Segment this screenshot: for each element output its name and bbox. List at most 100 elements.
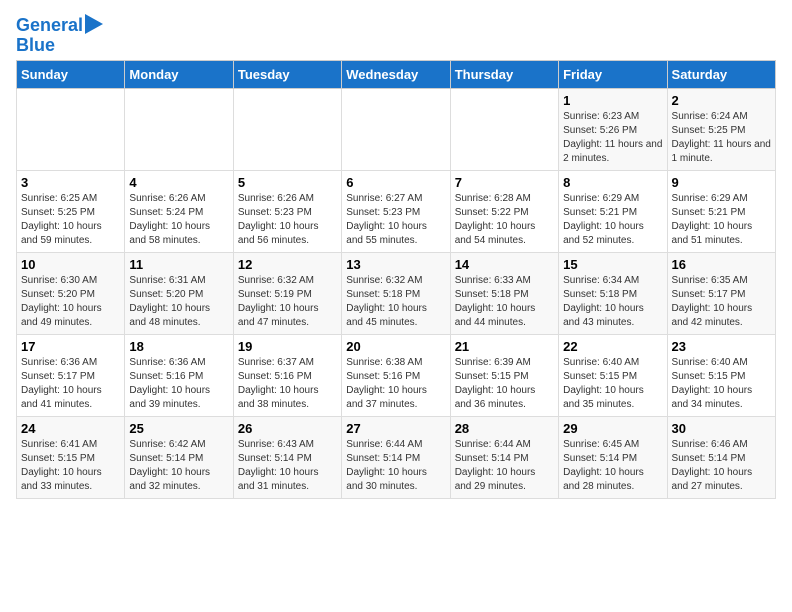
day-number: 21 bbox=[455, 339, 554, 354]
calendar-cell: 7 Sunrise: 6:28 AM Sunset: 5:22 PM Daylig… bbox=[450, 170, 558, 252]
day-info: Sunrise: 6:39 AM Sunset: 5:15 PM Dayligh… bbox=[455, 356, 554, 412]
calendar-cell: 22 Sunrise: 6:40 AM Sunset: 5:15 PM Dayli… bbox=[559, 334, 667, 416]
calendar-cell: 25 Sunrise: 6:42 AM Sunset: 5:14 PM Dayli… bbox=[125, 416, 233, 498]
day-number: 26 bbox=[238, 421, 337, 436]
calendar-week-row: 17 Sunrise: 6:36 AM Sunset: 5:17 PM Dayli… bbox=[17, 334, 776, 416]
day-info: Sunrise: 6:25 AM Sunset: 5:25 PM Dayligh… bbox=[21, 192, 120, 248]
day-info: Sunrise: 6:30 AM Sunset: 5:20 PM Dayligh… bbox=[21, 274, 120, 330]
weekday-header-cell: Tuesday bbox=[233, 60, 341, 88]
day-number: 10 bbox=[21, 257, 120, 272]
calendar-week-row: 1Sunrise: 6:23 AM Sunset: 5:26 PM Daylig… bbox=[17, 88, 776, 170]
logo: General Blue bbox=[16, 16, 103, 56]
day-info: Sunrise: 6:32 AM Sunset: 5:18 PM Dayligh… bbox=[346, 274, 445, 330]
day-number: 17 bbox=[21, 339, 120, 354]
calendar-cell: 17 Sunrise: 6:36 AM Sunset: 5:17 PM Dayli… bbox=[17, 334, 125, 416]
weekday-header-cell: Friday bbox=[559, 60, 667, 88]
day-number: 22 bbox=[563, 339, 662, 354]
day-number: 28 bbox=[455, 421, 554, 436]
day-info: Sunrise: 6:23 AM Sunset: 5:26 PM Dayligh… bbox=[563, 110, 662, 166]
day-info: Sunrise: 6:37 AM Sunset: 5:16 PM Dayligh… bbox=[238, 356, 337, 412]
day-number: 6 bbox=[346, 175, 445, 190]
day-info: Sunrise: 6:43 AM Sunset: 5:14 PM Dayligh… bbox=[238, 438, 337, 494]
day-number: 16 bbox=[672, 257, 771, 272]
calendar-cell: 19 Sunrise: 6:37 AM Sunset: 5:16 PM Dayli… bbox=[233, 334, 341, 416]
calendar-table: SundayMondayTuesdayWednesdayThursdayFrid… bbox=[16, 60, 776, 499]
day-number: 15 bbox=[563, 257, 662, 272]
calendar-cell bbox=[342, 88, 450, 170]
calendar-cell: 16 Sunrise: 6:35 AM Sunset: 5:17 PM Dayli… bbox=[667, 252, 775, 334]
day-info: Sunrise: 6:36 AM Sunset: 5:17 PM Dayligh… bbox=[21, 356, 120, 412]
day-number: 9 bbox=[672, 175, 771, 190]
calendar-cell bbox=[17, 88, 125, 170]
logo-text: General bbox=[16, 16, 83, 36]
day-number: 25 bbox=[129, 421, 228, 436]
calendar-cell: 3 Sunrise: 6:25 AM Sunset: 5:25 PM Daylig… bbox=[17, 170, 125, 252]
day-info: Sunrise: 6:38 AM Sunset: 5:16 PM Dayligh… bbox=[346, 356, 445, 412]
day-number: 13 bbox=[346, 257, 445, 272]
weekday-header-cell: Monday bbox=[125, 60, 233, 88]
calendar-cell bbox=[233, 88, 341, 170]
day-info: Sunrise: 6:35 AM Sunset: 5:17 PM Dayligh… bbox=[672, 274, 771, 330]
day-info: Sunrise: 6:26 AM Sunset: 5:23 PM Dayligh… bbox=[238, 192, 337, 248]
day-info: Sunrise: 6:41 AM Sunset: 5:15 PM Dayligh… bbox=[21, 438, 120, 494]
day-info: Sunrise: 6:27 AM Sunset: 5:23 PM Dayligh… bbox=[346, 192, 445, 248]
day-info: Sunrise: 6:26 AM Sunset: 5:24 PM Dayligh… bbox=[129, 192, 228, 248]
calendar-body: 1Sunrise: 6:23 AM Sunset: 5:26 PM Daylig… bbox=[17, 88, 776, 498]
calendar-cell bbox=[450, 88, 558, 170]
calendar-cell: 11Sunrise: 6:31 AM Sunset: 5:20 PM Dayli… bbox=[125, 252, 233, 334]
day-info: Sunrise: 6:33 AM Sunset: 5:18 PM Dayligh… bbox=[455, 274, 554, 330]
logo-arrow-icon bbox=[85, 14, 103, 34]
day-number: 20 bbox=[346, 339, 445, 354]
calendar-cell: 28 Sunrise: 6:44 AM Sunset: 5:14 PM Dayli… bbox=[450, 416, 558, 498]
day-number: 3 bbox=[21, 175, 120, 190]
calendar-cell: 27 Sunrise: 6:44 AM Sunset: 5:14 PM Dayli… bbox=[342, 416, 450, 498]
logo-subtext: Blue bbox=[16, 36, 55, 56]
day-number: 27 bbox=[346, 421, 445, 436]
calendar-week-row: 3 Sunrise: 6:25 AM Sunset: 5:25 PM Daylig… bbox=[17, 170, 776, 252]
day-number: 24 bbox=[21, 421, 120, 436]
calendar-cell: 1Sunrise: 6:23 AM Sunset: 5:26 PM Daylig… bbox=[559, 88, 667, 170]
calendar-cell: 4Sunrise: 6:26 AM Sunset: 5:24 PM Daylig… bbox=[125, 170, 233, 252]
day-info: Sunrise: 6:24 AM Sunset: 5:25 PM Dayligh… bbox=[672, 110, 771, 166]
day-number: 30 bbox=[672, 421, 771, 436]
day-number: 7 bbox=[455, 175, 554, 190]
calendar-cell: 12 Sunrise: 6:32 AM Sunset: 5:19 PM Dayli… bbox=[233, 252, 341, 334]
calendar-cell: 24 Sunrise: 6:41 AM Sunset: 5:15 PM Dayli… bbox=[17, 416, 125, 498]
calendar-cell: 10 Sunrise: 6:30 AM Sunset: 5:20 PM Dayli… bbox=[17, 252, 125, 334]
calendar-cell: 20 Sunrise: 6:38 AM Sunset: 5:16 PM Dayli… bbox=[342, 334, 450, 416]
weekday-header-cell: Saturday bbox=[667, 60, 775, 88]
calendar-week-row: 24 Sunrise: 6:41 AM Sunset: 5:15 PM Dayli… bbox=[17, 416, 776, 498]
day-number: 19 bbox=[238, 339, 337, 354]
day-info: Sunrise: 6:36 AM Sunset: 5:16 PM Dayligh… bbox=[129, 356, 228, 412]
weekday-header-cell: Wednesday bbox=[342, 60, 450, 88]
day-info: Sunrise: 6:44 AM Sunset: 5:14 PM Dayligh… bbox=[346, 438, 445, 494]
day-info: Sunrise: 6:29 AM Sunset: 5:21 PM Dayligh… bbox=[563, 192, 662, 248]
calendar-cell: 8 Sunrise: 6:29 AM Sunset: 5:21 PM Daylig… bbox=[559, 170, 667, 252]
day-number: 23 bbox=[672, 339, 771, 354]
day-number: 11 bbox=[129, 257, 228, 272]
calendar-cell: 30 Sunrise: 6:46 AM Sunset: 5:14 PM Dayli… bbox=[667, 416, 775, 498]
day-info: Sunrise: 6:42 AM Sunset: 5:14 PM Dayligh… bbox=[129, 438, 228, 494]
day-number: 12 bbox=[238, 257, 337, 272]
day-number: 5 bbox=[238, 175, 337, 190]
calendar-cell: 18Sunrise: 6:36 AM Sunset: 5:16 PM Dayli… bbox=[125, 334, 233, 416]
day-number: 8 bbox=[563, 175, 662, 190]
day-number: 14 bbox=[455, 257, 554, 272]
day-info: Sunrise: 6:44 AM Sunset: 5:14 PM Dayligh… bbox=[455, 438, 554, 494]
weekday-header-cell: Thursday bbox=[450, 60, 558, 88]
day-number: 2 bbox=[672, 93, 771, 108]
day-info: Sunrise: 6:34 AM Sunset: 5:18 PM Dayligh… bbox=[563, 274, 662, 330]
calendar-cell: 23Sunrise: 6:40 AM Sunset: 5:15 PM Dayli… bbox=[667, 334, 775, 416]
calendar-cell: 9Sunrise: 6:29 AM Sunset: 5:21 PM Daylig… bbox=[667, 170, 775, 252]
calendar-cell bbox=[125, 88, 233, 170]
calendar-cell: 29Sunrise: 6:45 AM Sunset: 5:14 PM Dayli… bbox=[559, 416, 667, 498]
calendar-cell: 21 Sunrise: 6:39 AM Sunset: 5:15 PM Dayli… bbox=[450, 334, 558, 416]
day-info: Sunrise: 6:46 AM Sunset: 5:14 PM Dayligh… bbox=[672, 438, 771, 494]
weekday-header-cell: Sunday bbox=[17, 60, 125, 88]
day-info: Sunrise: 6:45 AM Sunset: 5:14 PM Dayligh… bbox=[563, 438, 662, 494]
day-info: Sunrise: 6:28 AM Sunset: 5:22 PM Dayligh… bbox=[455, 192, 554, 248]
day-info: Sunrise: 6:40 AM Sunset: 5:15 PM Dayligh… bbox=[563, 356, 662, 412]
calendar-cell: 15 Sunrise: 6:34 AM Sunset: 5:18 PM Dayli… bbox=[559, 252, 667, 334]
weekday-header-row: SundayMondayTuesdayWednesdayThursdayFrid… bbox=[17, 60, 776, 88]
day-info: Sunrise: 6:32 AM Sunset: 5:19 PM Dayligh… bbox=[238, 274, 337, 330]
